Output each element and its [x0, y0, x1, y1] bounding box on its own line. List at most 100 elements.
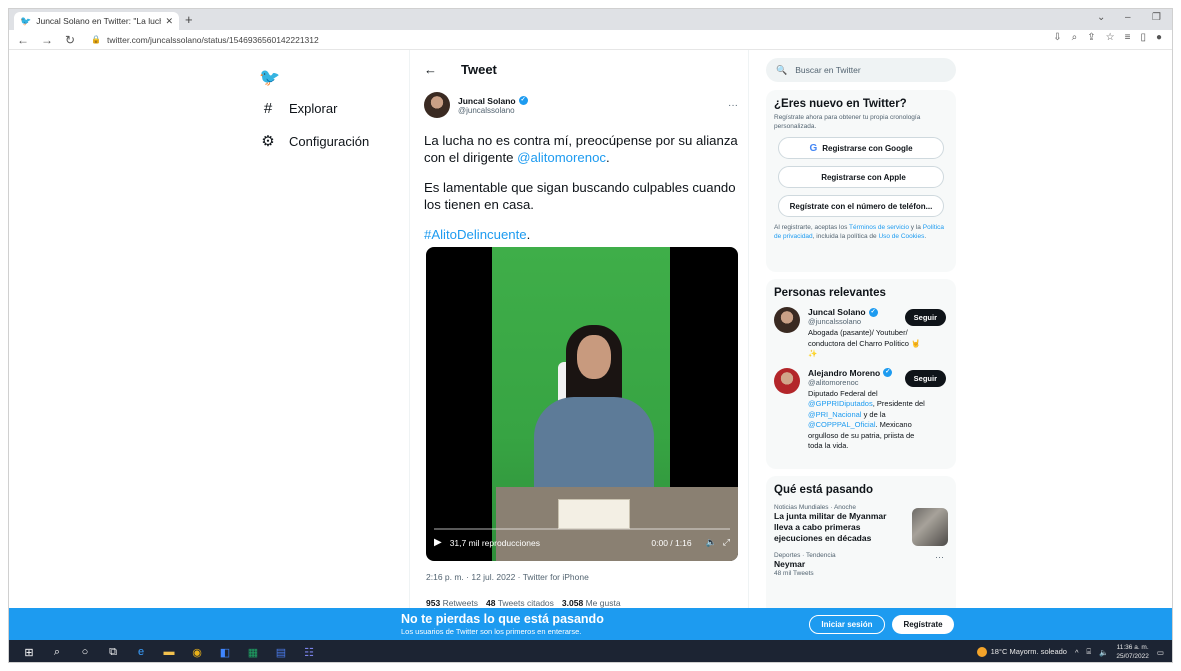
terms-link[interactable]: Términos de servicio	[849, 224, 909, 231]
avatar[interactable]	[774, 307, 800, 333]
person-name-text: Alejandro Moreno	[808, 367, 881, 378]
volume-icon[interactable]: 🔈	[1099, 648, 1108, 657]
signup-phone-label: Regístrate con el número de teléfon...	[789, 201, 933, 211]
windows-start-icon[interactable]: ⊞	[15, 646, 43, 659]
bio-link-pri[interactable]: @PRI_Nacional	[808, 410, 861, 419]
search-icon[interactable]: ⌕	[43, 646, 71, 659]
back-icon[interactable]: ←	[17, 33, 29, 47]
notifications-icon[interactable]: ▭	[1157, 648, 1164, 657]
quotes-count: 48	[486, 598, 496, 608]
trend-category: Deportes · Tendencia	[774, 552, 836, 559]
signup-apple-button[interactable]: Registrarse con Apple	[778, 166, 944, 188]
signup-google-button[interactable]: G Registrarse con Google	[778, 137, 944, 159]
avatar[interactable]	[774, 367, 800, 394]
bio-link-copppal[interactable]: @COPPPAL_Oficial	[808, 420, 876, 429]
cookies-link[interactable]: Uso de Cookies	[878, 233, 924, 240]
volume-icon[interactable]: 🔈	[706, 537, 717, 548]
signup-title: ¿Eres nuevo en Twitter?	[774, 98, 907, 110]
hashtag-link[interactable]: #AlitoDelincuente	[424, 227, 527, 242]
nav-item-settings[interactable]: ⚙ Configuración	[257, 132, 369, 150]
outlook-icon[interactable]: ◧	[211, 646, 239, 659]
tweet-stats: 953 Retweets 48 Tweets citados 3.058 Me …	[426, 598, 621, 608]
legal-text-2: y la	[909, 224, 923, 231]
video-controls: ▶ 31,7 mil reproducciones 0:00 / 1:16 🔈 …	[434, 537, 730, 548]
cortana-icon[interactable]: ○	[71, 646, 99, 658]
close-tab-icon[interactable]: ✕	[165, 16, 173, 27]
minimize-icon[interactable]: –	[1125, 12, 1131, 23]
tweet-column: ← Tweet Juncal Solano ✓ @juncalssolano ·…	[409, 50, 749, 608]
twitter-logo-icon[interactable]: 🐦	[259, 68, 280, 88]
likes-stat[interactable]: 3.058 Me gusta	[562, 598, 621, 608]
author-name[interactable]: Juncal Solano ✓	[458, 96, 528, 106]
video-progress-bar[interactable]	[434, 528, 730, 530]
search-input[interactable]: 🔍 Buscar en Twitter	[766, 58, 956, 82]
new-tab-button[interactable]: +	[185, 12, 193, 27]
forward-icon[interactable]: →	[41, 33, 53, 47]
bio-link-gppri[interactable]: @GPPRIDiputados	[808, 399, 873, 408]
sidebar-toggle-icon[interactable]: ▯	[1140, 32, 1146, 43]
trends-card: Qué está pasando Noticias Mundiales · An…	[766, 476, 956, 608]
network-icon[interactable]: ⌸	[1087, 647, 1092, 657]
zoom-icon[interactable]: ⌕	[1072, 32, 1078, 43]
google-icon: G	[809, 142, 818, 154]
install-icon[interactable]: ⇩	[1053, 32, 1061, 43]
trend-thumbnail	[912, 508, 948, 546]
follow-button[interactable]: Seguir	[904, 369, 946, 387]
signup-phone-button[interactable]: Regístrate con el número de teléfon...	[778, 195, 944, 217]
tray-chevron-icon[interactable]: ^	[1075, 648, 1079, 657]
mention-link[interactable]: @alitomorenoc	[517, 150, 606, 165]
avatar[interactable]	[424, 92, 450, 118]
more-options-icon[interactable]: ···	[935, 552, 944, 562]
edge-icon[interactable]: e	[127, 646, 155, 658]
login-banner: No te pierdas lo que está pasando Los us…	[9, 608, 1172, 640]
clock[interactable]: 11:36 a. m. 25/07/2022	[1116, 643, 1149, 661]
task-view-icon[interactable]: ⧉	[99, 646, 127, 659]
bio-text-2: , Presidente del	[872, 399, 925, 408]
fullscreen-icon[interactable]: ⤢	[723, 537, 730, 548]
chrome-icon[interactable]: ◉	[183, 646, 211, 659]
reading-list-icon[interactable]: ≡	[1125, 32, 1131, 43]
trend-item[interactable]: Noticias Mundiales · Anoche La junta mil…	[774, 504, 948, 546]
address-bar[interactable]: 🔒 twitter.com/juncalssolano/status/15469…	[91, 35, 319, 45]
nav-item-explore[interactable]: # Explorar	[257, 100, 338, 117]
browser-tab[interactable]: 🐦 Juncal Solano en Twitter: "La luch ✕	[14, 12, 179, 30]
more-options-icon[interactable]: ···	[728, 100, 738, 111]
weather-widget[interactable]: 18°C Mayorm. soleado	[976, 647, 1067, 657]
teams-icon[interactable]: ☷	[295, 646, 323, 659]
excel-icon[interactable]: ▦	[239, 646, 267, 659]
play-icon[interactable]: ▶	[434, 537, 442, 548]
register-button[interactable]: Regístrate	[892, 615, 954, 634]
person-juncal[interactable]: Juncal Solano ✓ @juncalssolano Abogada (p…	[774, 307, 948, 360]
follow-button[interactable]: Seguir	[904, 309, 946, 326]
legal-text-3: , incluida la política de	[812, 232, 879, 240]
profile-icon[interactable]: ●	[1156, 32, 1162, 43]
reload-icon[interactable]: ↻	[65, 33, 75, 47]
search-placeholder: Buscar en Twitter	[795, 65, 861, 75]
tweet-paragraph-3: #AlitoDelincuente.	[424, 226, 739, 243]
author-handle[interactable]: @juncalssolano	[458, 106, 528, 115]
share-icon[interactable]: ⇪	[1087, 32, 1095, 43]
search-icon: 🔍	[776, 64, 788, 75]
tab-search-icon[interactable]: ⌄	[1097, 12, 1105, 23]
relevant-people-card: Personas relevantes Juncal Solano ✓ @junc…	[766, 279, 956, 469]
video-player[interactable]: ▶ 31,7 mil reproducciones 0:00 / 1:16 🔈 …	[426, 247, 738, 561]
browser-window: 🐦 Juncal Solano en Twitter: "La luch ✕ +…	[8, 8, 1173, 663]
twitter-bird-icon: 🐦	[20, 15, 32, 26]
trend-title: Neymar	[774, 559, 806, 569]
restore-icon[interactable]: ❐	[1152, 12, 1161, 23]
trend-item[interactable]: Deportes · Tendencia Neymar 48 mil Tweet…	[774, 552, 948, 577]
bookmark-star-icon[interactable]: ☆	[1106, 32, 1115, 43]
person-alejandro[interactable]: Alejandro Moreno ✓ @alitomorenoc Diputado…	[774, 367, 948, 452]
login-button[interactable]: Iniciar sesión	[809, 615, 885, 634]
hashtag-end: .	[526, 227, 531, 242]
signup-google-label: Registrarse con Google	[822, 143, 913, 153]
back-arrow-icon[interactable]: ←	[424, 62, 437, 77]
nav-settings-label: Configuración	[289, 133, 370, 149]
person-name-text: Juncal Solano	[808, 307, 866, 317]
word-icon[interactable]: ▤	[267, 646, 295, 659]
likes-label: Me gusta	[585, 598, 621, 608]
video-time: 0:00 / 1:16	[651, 537, 692, 548]
retweets-stat[interactable]: 953 Retweets	[426, 598, 478, 608]
quotes-stat[interactable]: 48 Tweets citados	[486, 598, 554, 608]
file-explorer-icon[interactable]: ▬	[155, 646, 183, 658]
